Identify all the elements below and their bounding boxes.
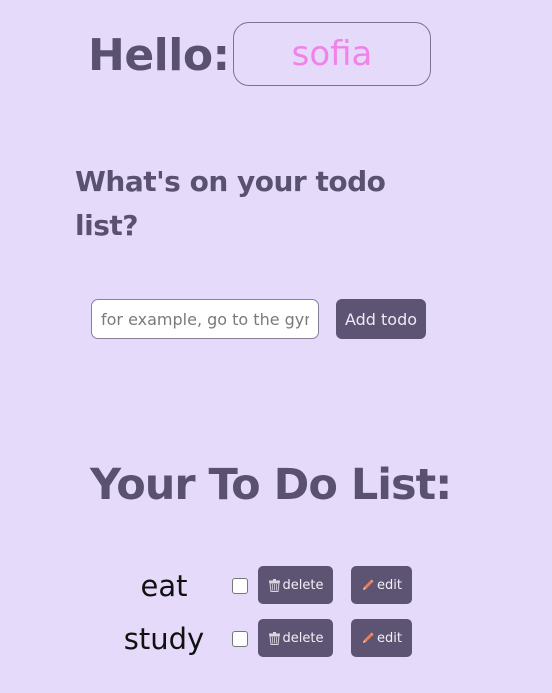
greeting-label: Hello:: [88, 30, 230, 81]
pencil-icon: [361, 578, 375, 592]
trash-icon: [268, 631, 281, 645]
edit-button-label: edit: [377, 577, 402, 593]
delete-button-label: delete: [282, 577, 324, 593]
trash-icon: [268, 578, 281, 592]
pencil-icon: [361, 631, 375, 645]
edit-button-label: edit: [377, 630, 402, 646]
delete-button[interactable]: delete: [258, 619, 333, 657]
name-field[interactable]: [233, 22, 431, 86]
edit-button[interactable]: edit: [351, 619, 412, 657]
todo-prompt-heading: What's on your todo list?: [75, 165, 386, 242]
todo-list-title: Your To Do List:: [90, 460, 452, 510]
add-todo-button[interactable]: Add todo: [336, 299, 426, 339]
todo-item-text: eat: [140, 569, 188, 603]
new-todo-input[interactable]: [91, 299, 319, 339]
todo-item-text: study: [123, 622, 205, 656]
todo-item-checkbox[interactable]: [232, 578, 248, 594]
delete-button-label: delete: [282, 630, 324, 646]
delete-button[interactable]: delete: [258, 566, 333, 604]
edit-button[interactable]: edit: [351, 566, 412, 604]
todo-item-checkbox[interactable]: [232, 631, 248, 647]
